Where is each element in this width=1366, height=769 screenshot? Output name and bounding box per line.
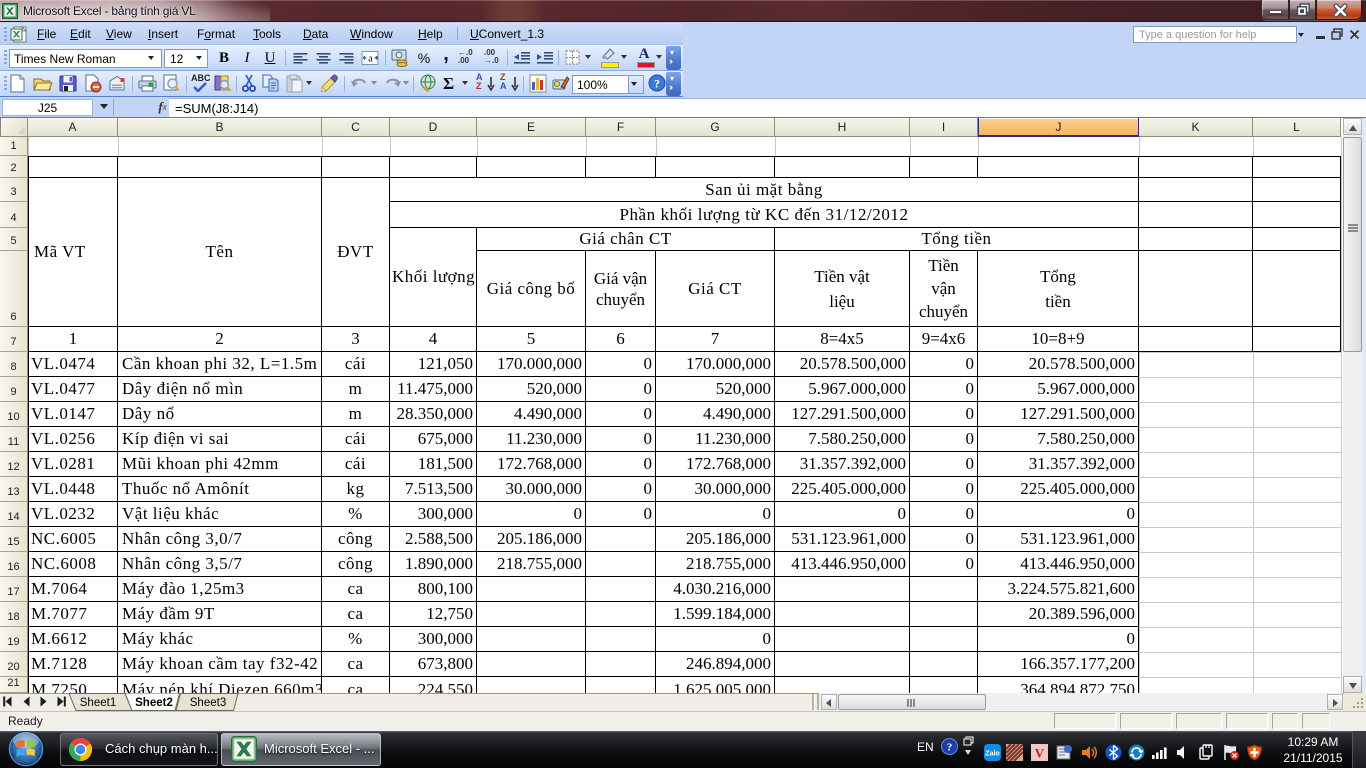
- svg-text:?: ?: [654, 77, 660, 91]
- svg-text:a: a: [368, 54, 373, 65]
- svg-text:Sheet3: Sheet3: [190, 697, 226, 709]
- svg-text:Sheet2: Sheet2: [135, 697, 173, 709]
- svg-text:V: V: [1035, 746, 1045, 761]
- svg-text:Zalo: Zalo: [985, 751, 999, 758]
- svg-text:Sheet1: Sheet1: [80, 697, 116, 709]
- svg-text:?: ?: [947, 742, 953, 754]
